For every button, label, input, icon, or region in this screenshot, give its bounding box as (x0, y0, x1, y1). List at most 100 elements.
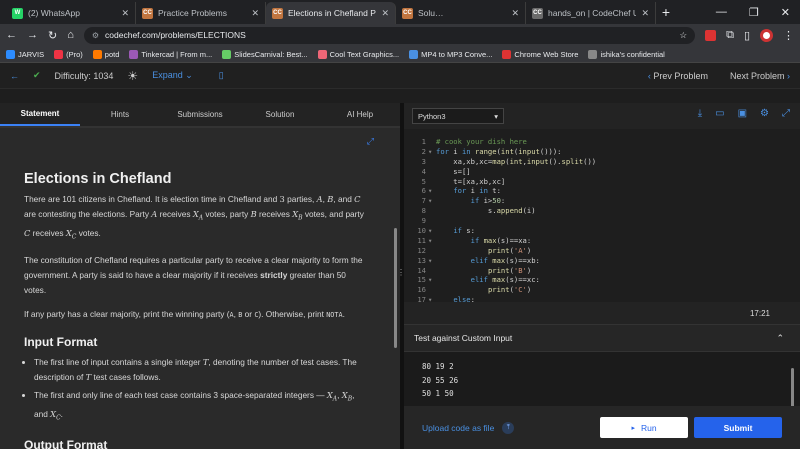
statement-pane: ⤢ Elections in Chefland There are 101 ci… (0, 127, 400, 449)
code-text: s=[] (436, 166, 471, 176)
code-text: # cook your dish here (436, 137, 527, 146)
bookmark-favicon-icon (502, 49, 512, 59)
bookmark-item[interactable]: Tinkercad | From m... (129, 49, 212, 59)
code-line: 3 xa,xb,xc=map(int,input().split()) (404, 157, 800, 167)
back-arrow-icon[interactable]: ← (10, 71, 19, 81)
bookmark-label: potd (104, 49, 120, 59)
bookmark-icon[interactable]: ▯ (219, 70, 224, 81)
back-icon[interactable]: ← (6, 29, 17, 41)
line-number: 16 (417, 285, 426, 295)
menu-icon[interactable]: ⋮ (783, 29, 794, 42)
download-icon[interactable]: ⤓ (698, 108, 702, 119)
language-select[interactable]: Python3 ▾ (412, 108, 504, 124)
restore-icon[interactable]: ❐ (749, 6, 759, 19)
bookmark-item[interactable]: Cool Text Graphics... (317, 49, 399, 59)
run-button[interactable]: ▸ Run (600, 417, 688, 438)
chevron-up-icon[interactable]: ⌃ (776, 333, 784, 344)
upload-code-link[interactable]: Upload code as file ⤒ (422, 421, 515, 434)
tab-submissions[interactable]: Submissions (160, 103, 240, 126)
sidebar-icon[interactable]: ▯ (744, 29, 750, 42)
custom-input-header[interactable]: Test against Custom Input ⌃ (404, 324, 800, 352)
tab-ai-help[interactable]: AI Help (320, 103, 400, 126)
code-text: for i in t: (453, 186, 501, 196)
close-tab-icon[interactable]: ✕ (381, 8, 389, 19)
next-problem-button[interactable]: Next Problem › (730, 71, 790, 81)
code-line: 11 ▾ if max(s)==xa: (404, 236, 800, 246)
browser-tab-label: Solu… (418, 8, 444, 18)
browser-tab[interactable]: CC Practice Problems ✕ (136, 2, 266, 24)
tab-solution[interactable]: Solution (240, 103, 320, 126)
browser-tab-label: hands_on | CodeChef User (548, 8, 636, 18)
browser-tab[interactable]: W (2) WhatsApp ✕ (6, 2, 136, 24)
bookmark-item[interactable]: Chrome Web Store (502, 49, 578, 59)
comment-icon[interactable]: ▭ (715, 108, 724, 119)
bookmark-favicon-icon (54, 49, 64, 59)
submit-button[interactable]: Submit (694, 417, 782, 438)
extensions-icon[interactable]: ⧉ (726, 29, 734, 42)
difficulty-label: Difficulty: 1034 (54, 70, 114, 81)
code-text: else: (453, 295, 475, 302)
star-icon[interactable]: ☆ (679, 30, 687, 41)
browser-tab[interactable]: CC Elections in Chefland Practi ✕ (266, 2, 396, 24)
line-number: 6 (421, 186, 426, 196)
browser-tab[interactable]: CC Solu… ✕ (396, 2, 526, 24)
new-tab-button[interactable]: + (656, 4, 676, 20)
browser-tabstrip: W (2) WhatsApp ✕ CC Practice Problems ✕ CC Elec… (0, 0, 800, 24)
bookmark-item[interactable]: JARVIS (6, 49, 45, 59)
code-line: 10 ▾ if s: (404, 226, 800, 236)
home-icon[interactable]: ⌂ (67, 29, 74, 41)
code-text: if i>50: (470, 196, 506, 206)
output-format-heading: Output Format (24, 437, 108, 449)
minimize-icon[interactable]: — (716, 6, 727, 18)
code-line: 1 # cook your dish here (404, 137, 800, 147)
editor-toolbar: Python3 ▾ ⤓ ▭ ▣ ⚙ ⤢ (404, 103, 800, 129)
bookmark-label: JARVIS (18, 49, 45, 59)
bookmark-label: MP4 to MP3 Conve... (421, 49, 493, 59)
profile-avatar[interactable] (760, 28, 773, 42)
fullscreen-icon[interactable]: ⤢ (367, 136, 374, 147)
input-scrollbar[interactable] (791, 368, 794, 408)
close-tab-icon[interactable]: ✕ (641, 8, 649, 19)
bookmark-item[interactable]: SlidesCarnival: Best... (222, 49, 308, 59)
theme-toggle-icon[interactable]: ☀ (127, 69, 138, 83)
extension-icon-red[interactable] (705, 29, 717, 41)
close-tab-icon[interactable]: ✕ (511, 8, 519, 19)
settings-icon[interactable]: ⚙ (760, 108, 769, 119)
code-line: 12 print('A') (404, 246, 800, 256)
tab-hints[interactable]: Hints (80, 103, 160, 126)
code-line: 13 ▾ elif max(s)==xb: (404, 256, 800, 266)
prev-problem-button[interactable]: ‹ Prev Problem (648, 71, 708, 81)
code-text: print('A') (487, 245, 532, 255)
browser-tab[interactable]: CC hands_on | CodeChef User ✕ (526, 2, 656, 24)
code-editor[interactable]: 1 # cook your dish here 2 ▾ for i in range(i… (404, 129, 800, 302)
bookmark-favicon-icon (92, 49, 102, 59)
tab-statement[interactable]: Statement (0, 103, 80, 126)
line-number: 9 (421, 216, 426, 226)
save-icon[interactable]: ▣ (738, 108, 747, 119)
bookmark-item[interactable]: potd (92, 49, 120, 59)
code-line: 6 ▾ for i in t: (404, 186, 800, 196)
close-window-icon[interactable]: ✕ (781, 6, 790, 19)
close-tab-icon[interactable]: ✕ (121, 8, 129, 19)
problem-title: Elections in Chefland (24, 171, 172, 187)
custom-input-textarea[interactable]: 80 19 2 20 55 26 50 1 50 (404, 352, 800, 408)
site-info-icon[interactable]: ⚙ (92, 31, 99, 40)
close-tab-icon[interactable]: ✕ (251, 8, 259, 19)
fullscreen-editor-icon[interactable]: ⤢ (782, 108, 790, 119)
forward-icon[interactable]: → (27, 29, 38, 41)
statement-scrollbar[interactable] (394, 228, 397, 348)
bookmark-item[interactable]: (Pro) (54, 49, 83, 59)
reload-icon[interactable]: ↻ (48, 29, 57, 42)
bookmark-item[interactable]: MP4 to MP3 Conve... (409, 49, 493, 59)
expand-button[interactable]: Expand ⌄ (152, 70, 193, 81)
bookmark-item[interactable]: ishika's confidential (588, 49, 665, 59)
custom-input-line: 80 19 2 (422, 362, 454, 371)
code-line: 15 ▾ elif max(s)==xc: (404, 275, 800, 285)
line-number: 4 (421, 166, 426, 176)
line-number: 5 (421, 176, 426, 186)
line-number: 13 (417, 255, 426, 265)
url-bar[interactable]: ⚙ codechef.com/problems/ELECTIONS ☆ (83, 26, 696, 44)
upload-icon: ⤒ (502, 421, 515, 434)
codechef-icon: CC (532, 7, 543, 19)
